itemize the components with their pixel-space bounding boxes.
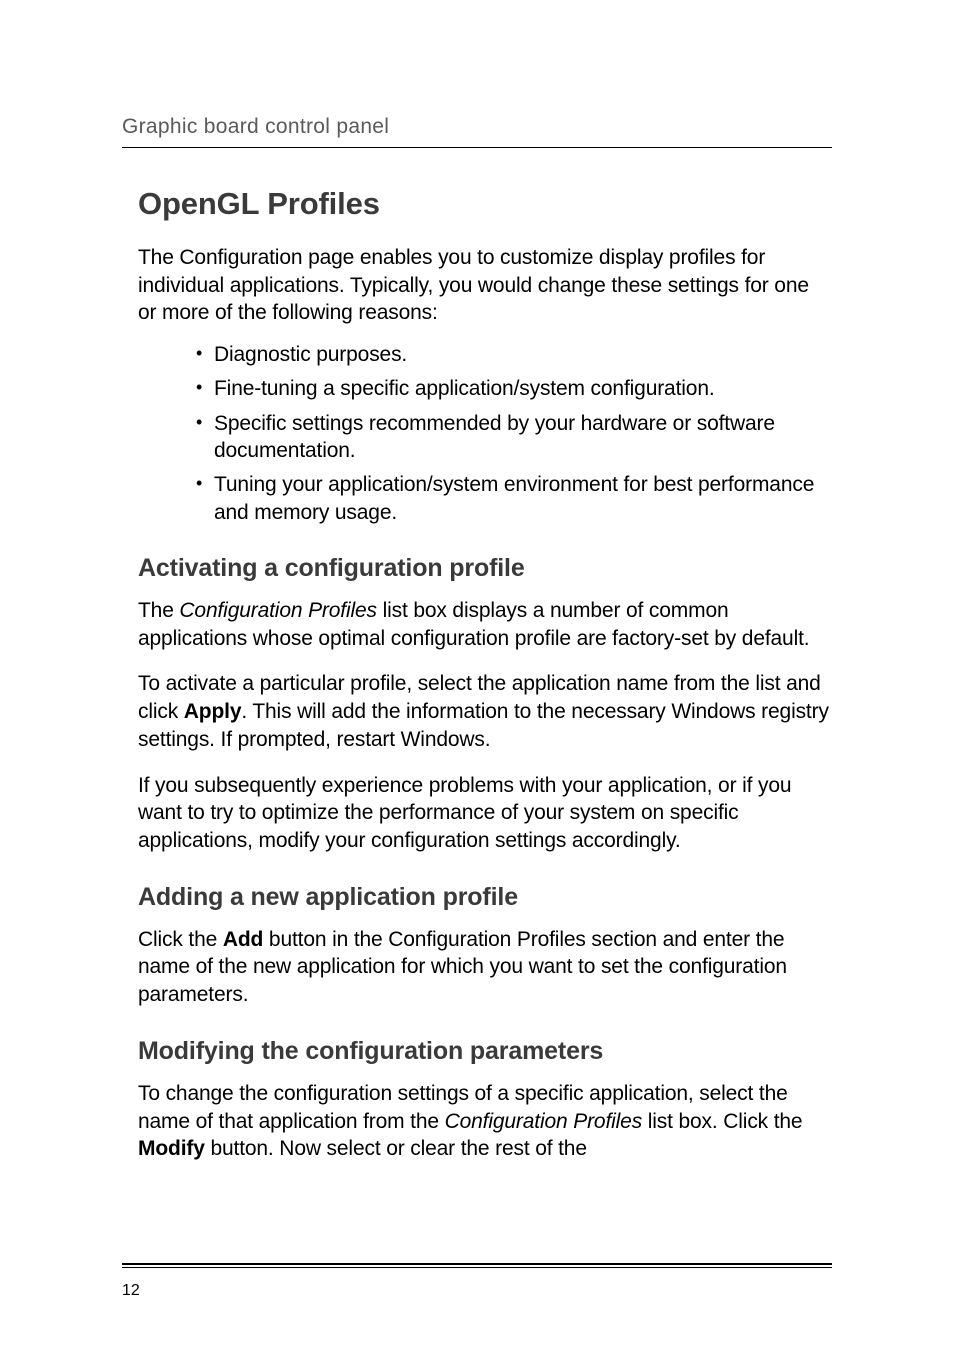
reasons-list: Diagnostic purposes. Fine-tuning a speci…: [122, 341, 832, 526]
text-run: button. Now select or clear the rest of …: [205, 1137, 587, 1160]
bold-text: Add: [223, 928, 263, 951]
page-container: Graphic board control panel OpenGL Profi…: [0, 0, 954, 1352]
body-paragraph: To change the configuration settings of …: [122, 1080, 832, 1163]
section-heading-activating: Activating a configuration profile: [122, 554, 832, 583]
body-paragraph: The Configuration Profiles list box disp…: [122, 597, 832, 652]
running-header: Graphic board control panel: [122, 115, 832, 139]
body-paragraph: Click the Add button in the Configuratio…: [122, 926, 832, 1009]
section-heading-adding: Adding a new application profile: [122, 883, 832, 912]
list-item: Specific settings recommended by your ha…: [196, 410, 832, 465]
footer-rule-thick: [122, 1263, 832, 1265]
page-footer: 12: [122, 1263, 832, 1300]
section-heading-modifying: Modifying the configuration parameters: [122, 1037, 832, 1066]
text-run: list box. Click the: [642, 1110, 802, 1133]
body-paragraph: To activate a particular profile, select…: [122, 670, 832, 753]
intro-paragraph: The Configuration page enables you to cu…: [122, 244, 832, 327]
text-run: . This will add the information to the n…: [138, 700, 829, 751]
text-run: Click the: [138, 928, 223, 951]
list-item: Fine-tuning a specific application/syste…: [196, 375, 832, 402]
page-title: OpenGL Profiles: [122, 186, 832, 222]
body-paragraph: If you subsequently experience problems …: [122, 772, 832, 855]
list-item: Tuning your application/system environme…: [196, 471, 832, 526]
footer-rule-thin: [122, 1267, 832, 1268]
list-item: Diagnostic purposes.: [196, 341, 832, 368]
italic-text: Configuration Profiles: [179, 599, 376, 622]
bold-text: Apply: [184, 700, 242, 723]
bold-text: Modify: [138, 1137, 205, 1160]
page-number: 12: [122, 1282, 832, 1300]
italic-text: Configuration Profiles: [445, 1110, 642, 1133]
header-rule: [122, 147, 832, 148]
text-run: If you subsequently experience problems …: [138, 774, 791, 852]
text-run: The: [138, 599, 179, 622]
